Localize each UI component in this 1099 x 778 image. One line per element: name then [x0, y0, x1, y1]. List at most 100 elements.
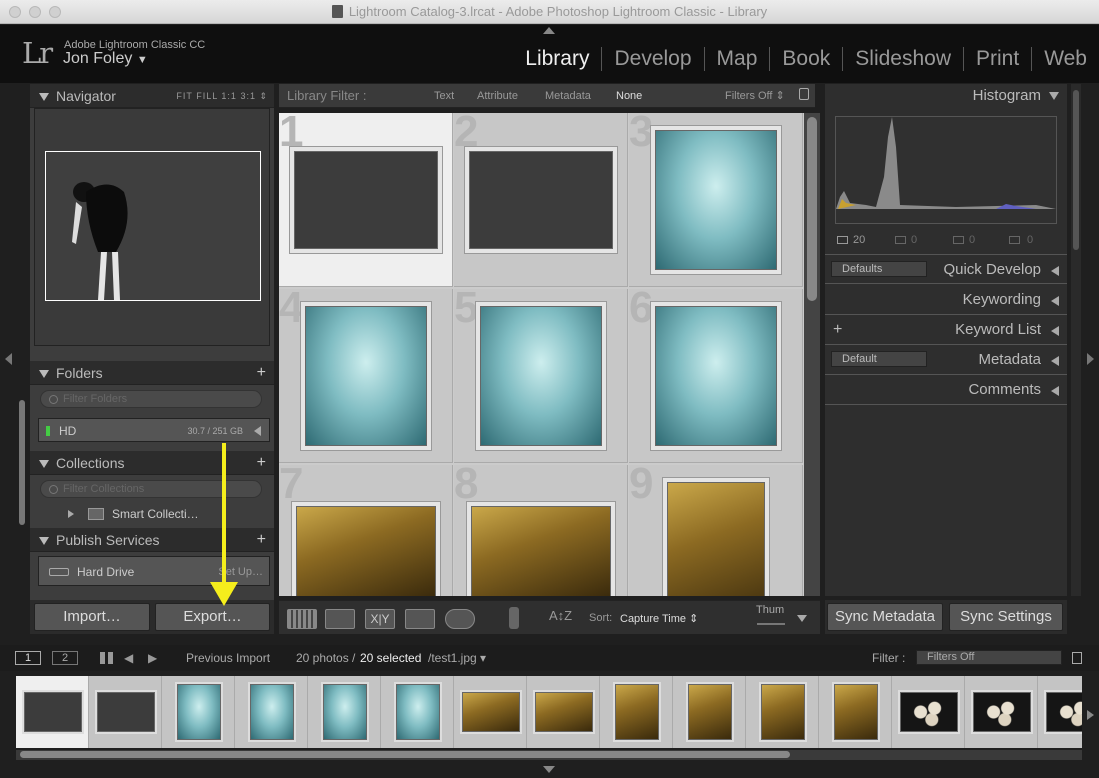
grid-view-icon[interactable] [287, 609, 317, 629]
filmstrip-thumbnail[interactable] [462, 692, 520, 732]
collapse-top-panel-icon[interactable] [543, 27, 555, 34]
add-publish-service-icon[interactable]: + [257, 528, 266, 552]
photo-thumbnail[interactable] [655, 130, 777, 270]
filter-text-tab[interactable]: Text [434, 84, 454, 108]
publish-services-header[interactable]: Publish Services + [30, 528, 274, 552]
filter-none-tab[interactable]: None [616, 84, 642, 108]
collections-header[interactable]: Collections + [30, 451, 274, 475]
filmstrip-lock-icon[interactable] [1072, 652, 1082, 664]
histogram-header[interactable]: Histogram [825, 84, 1067, 108]
filmstrip-cell[interactable] [746, 676, 819, 748]
module-develop[interactable]: Develop [602, 47, 705, 71]
photo-thumbnail[interactable] [294, 151, 438, 249]
filmstrip-thumbnail[interactable] [177, 684, 221, 740]
toolbar-options-icon[interactable] [797, 615, 807, 622]
photo-thumbnail[interactable] [469, 151, 613, 249]
filmstrip-cell[interactable] [454, 676, 527, 748]
histogram-chart[interactable] [835, 116, 1057, 224]
painter-icon[interactable] [509, 607, 519, 629]
right-panel-scroll-thumb[interactable] [1073, 90, 1079, 250]
grid-cell[interactable]: 6 [629, 283, 803, 463]
expand-volume-icon[interactable] [254, 426, 261, 436]
grid-cell[interactable]: 5 [454, 283, 628, 463]
filter-metadata-tab[interactable]: Metadata [545, 84, 591, 108]
filmstrip-cell[interactable] [235, 676, 308, 748]
right-panel-scrollbar[interactable] [1071, 84, 1081, 596]
minimize-window-button[interactable] [29, 6, 41, 18]
module-library[interactable]: Library [513, 47, 603, 71]
grid-scrollbar[interactable] [804, 113, 820, 596]
filmstrip-thumbnail[interactable] [24, 692, 82, 732]
user-name[interactable]: Jon Foley ▼ [63, 50, 148, 68]
grid-icon[interactable] [100, 652, 114, 664]
add-folder-icon[interactable]: + [257, 361, 266, 385]
module-map[interactable]: Map [705, 47, 771, 71]
back-arrow-icon[interactable]: ◀ [124, 645, 133, 671]
zoom-window-button[interactable] [49, 6, 61, 18]
navigator-header[interactable]: Navigator FIT FILL 1:1 3:1 ⇕ [30, 84, 274, 108]
grid-cell[interactable]: 3 [629, 113, 803, 287]
sort-direction-icon[interactable]: A↕Z [549, 608, 572, 623]
thumbnail-size-slider[interactable] [757, 623, 785, 625]
filmstrip-thumbnail[interactable] [973, 692, 1031, 732]
current-file-dropdown[interactable]: /test1.jpg ▾ [428, 645, 486, 671]
collapse-bottom-panel-icon[interactable] [543, 766, 555, 773]
filmstrip-thumbnail[interactable] [323, 684, 367, 740]
photo-thumbnail[interactable] [480, 306, 602, 446]
left-panel-scrollbar[interactable] [19, 400, 25, 525]
grid-cell[interactable]: 7 [279, 459, 453, 596]
sort-dropdown[interactable]: Capture Time ⇕ [620, 612, 698, 625]
filmstrip-cell[interactable] [600, 676, 673, 748]
loupe-view-icon[interactable] [325, 609, 355, 629]
filter-presets-dropdown[interactable]: Filters Off ⇕ [725, 84, 785, 108]
survey-view-icon[interactable] [405, 609, 435, 629]
filmstrip-thumbnail[interactable] [97, 692, 155, 732]
module-book[interactable]: Book [770, 47, 844, 71]
filter-folders-input[interactable]: Filter Folders [40, 390, 262, 408]
add-collection-icon[interactable]: + [257, 451, 266, 475]
filmstrip-scrollbar[interactable] [16, 750, 1082, 760]
secondary-window-button[interactable]: 2 [52, 651, 78, 665]
comments-header[interactable]: Comments [825, 375, 1067, 405]
photo-thumbnail[interactable] [667, 482, 765, 596]
metadata-preset-dropdown[interactable]: Default [831, 351, 927, 367]
forward-arrow-icon[interactable]: ▶ [148, 645, 157, 671]
filmstrip-cell[interactable] [381, 676, 454, 748]
photo-thumbnail[interactable] [305, 306, 427, 446]
photo-thumbnail[interactable] [655, 306, 777, 446]
filmstrip-thumbnail[interactable] [250, 684, 294, 740]
filmstrip-thumbnail[interactable] [900, 692, 958, 732]
add-keyword-icon[interactable]: + [833, 315, 842, 345]
collapse-right-panel-icon[interactable] [1087, 353, 1094, 365]
grid-cell[interactable]: 1 [279, 113, 453, 287]
filmstrip-cell[interactable] [673, 676, 746, 748]
keyword-list-header[interactable]: + Keyword List [825, 315, 1067, 345]
filmstrip-thumbnail[interactable] [688, 684, 732, 740]
module-web[interactable]: Web [1032, 47, 1099, 71]
filmstrip-cell[interactable] [16, 676, 89, 748]
filmstrip-filter-dropdown[interactable]: Filters Off [916, 650, 1062, 665]
volume-hd[interactable]: HD 30.7 / 251 GB [38, 418, 270, 442]
grid-scroll-thumb[interactable] [807, 117, 817, 301]
sync-metadata-button[interactable]: Sync Metadata [827, 603, 943, 631]
compare-view-icon[interactable]: X|Y [365, 609, 395, 629]
filmstrip-cell[interactable] [162, 676, 235, 748]
saved-preset-dropdown[interactable]: Defaults [831, 261, 927, 277]
filmstrip-cell[interactable] [527, 676, 600, 748]
module-slideshow[interactable]: Slideshow [843, 47, 964, 71]
filmstrip-thumbnail[interactable] [535, 692, 593, 732]
filmstrip-cell[interactable] [819, 676, 892, 748]
filmstrip-thumbnail[interactable] [761, 684, 805, 740]
filmstrip-thumbnail[interactable] [834, 684, 878, 740]
filmstrip-cell[interactable] [892, 676, 965, 748]
collapse-left-panel-icon[interactable] [5, 353, 12, 365]
smart-collection-item[interactable]: Smart Collecti… [38, 502, 270, 526]
import-button[interactable]: Import… [34, 603, 150, 631]
folders-header[interactable]: Folders + [30, 361, 274, 385]
filmstrip-cell[interactable] [965, 676, 1038, 748]
grid-cell[interactable]: 2 [454, 113, 628, 287]
photo-thumbnail[interactable] [296, 506, 436, 596]
navigator-preview[interactable] [34, 108, 270, 346]
quick-develop-header[interactable]: Defaults Quick Develop [825, 254, 1067, 284]
sync-settings-button[interactable]: Sync Settings [949, 603, 1063, 631]
